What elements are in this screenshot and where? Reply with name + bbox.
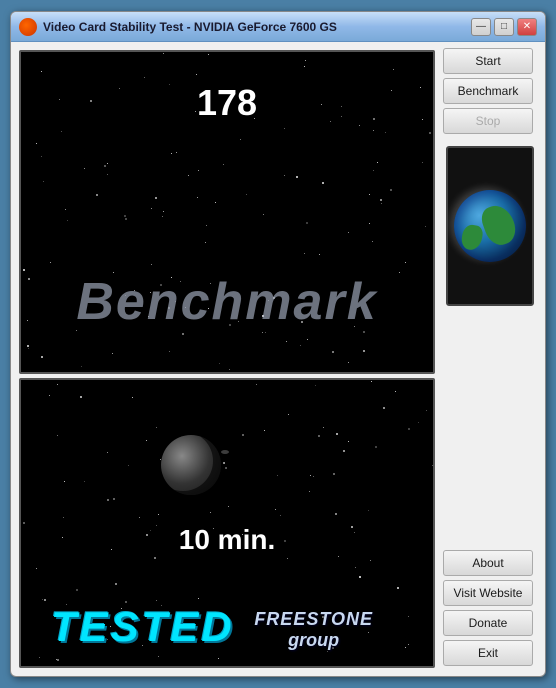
start-button[interactable]: Start xyxy=(443,48,533,74)
sidebar-bottom-buttons: About Visit Website Donate Exit xyxy=(443,550,537,670)
window-controls: — □ ✕ xyxy=(471,18,537,36)
frame-number: 178 xyxy=(197,82,257,124)
app-icon xyxy=(19,18,37,36)
main-window: Video Card Stability Test - NVIDIA GeFor… xyxy=(10,11,546,677)
sidebar: Start Benchmark Stop About Visit Website… xyxy=(435,42,545,676)
main-panels: 178 Benchmark 10 min. TESTED FREESTONE g… xyxy=(11,42,435,676)
globe-display xyxy=(446,146,534,306)
benchmark-panel: 178 Benchmark xyxy=(19,50,435,374)
moon-graphic xyxy=(161,435,221,495)
minimize-button[interactable]: — xyxy=(471,18,491,36)
globe-area xyxy=(443,138,537,546)
about-button[interactable]: About xyxy=(443,550,533,576)
stats-panel: 10 min. TESTED FREESTONE group xyxy=(19,378,435,668)
globe-graphic xyxy=(454,190,526,262)
exit-button[interactable]: Exit xyxy=(443,640,533,666)
benchmark-button[interactable]: Benchmark xyxy=(443,78,533,104)
maximize-button[interactable]: □ xyxy=(494,18,514,36)
sidebar-top-buttons: Start Benchmark Stop xyxy=(443,48,537,134)
donate-button[interactable]: Donate xyxy=(443,610,533,636)
visit-website-button[interactable]: Visit Website xyxy=(443,580,533,606)
benchmark-label: Benchmark xyxy=(21,272,433,332)
freestone-line1: FREESTONE xyxy=(254,609,373,630)
freestone-line2: group xyxy=(254,630,373,651)
tested-label: TESTED xyxy=(51,603,235,651)
title-bar: Video Card Stability Test - NVIDIA GeFor… xyxy=(11,12,545,42)
stop-button[interactable]: Stop xyxy=(443,108,533,134)
time-label: 10 min. xyxy=(179,524,275,556)
window-title: Video Card Stability Test - NVIDIA GeFor… xyxy=(43,20,471,34)
close-button[interactable]: ✕ xyxy=(517,18,537,36)
freestone-group: FREESTONE group xyxy=(254,609,373,651)
content-area: 178 Benchmark 10 min. TESTED FREESTONE g… xyxy=(11,42,545,676)
